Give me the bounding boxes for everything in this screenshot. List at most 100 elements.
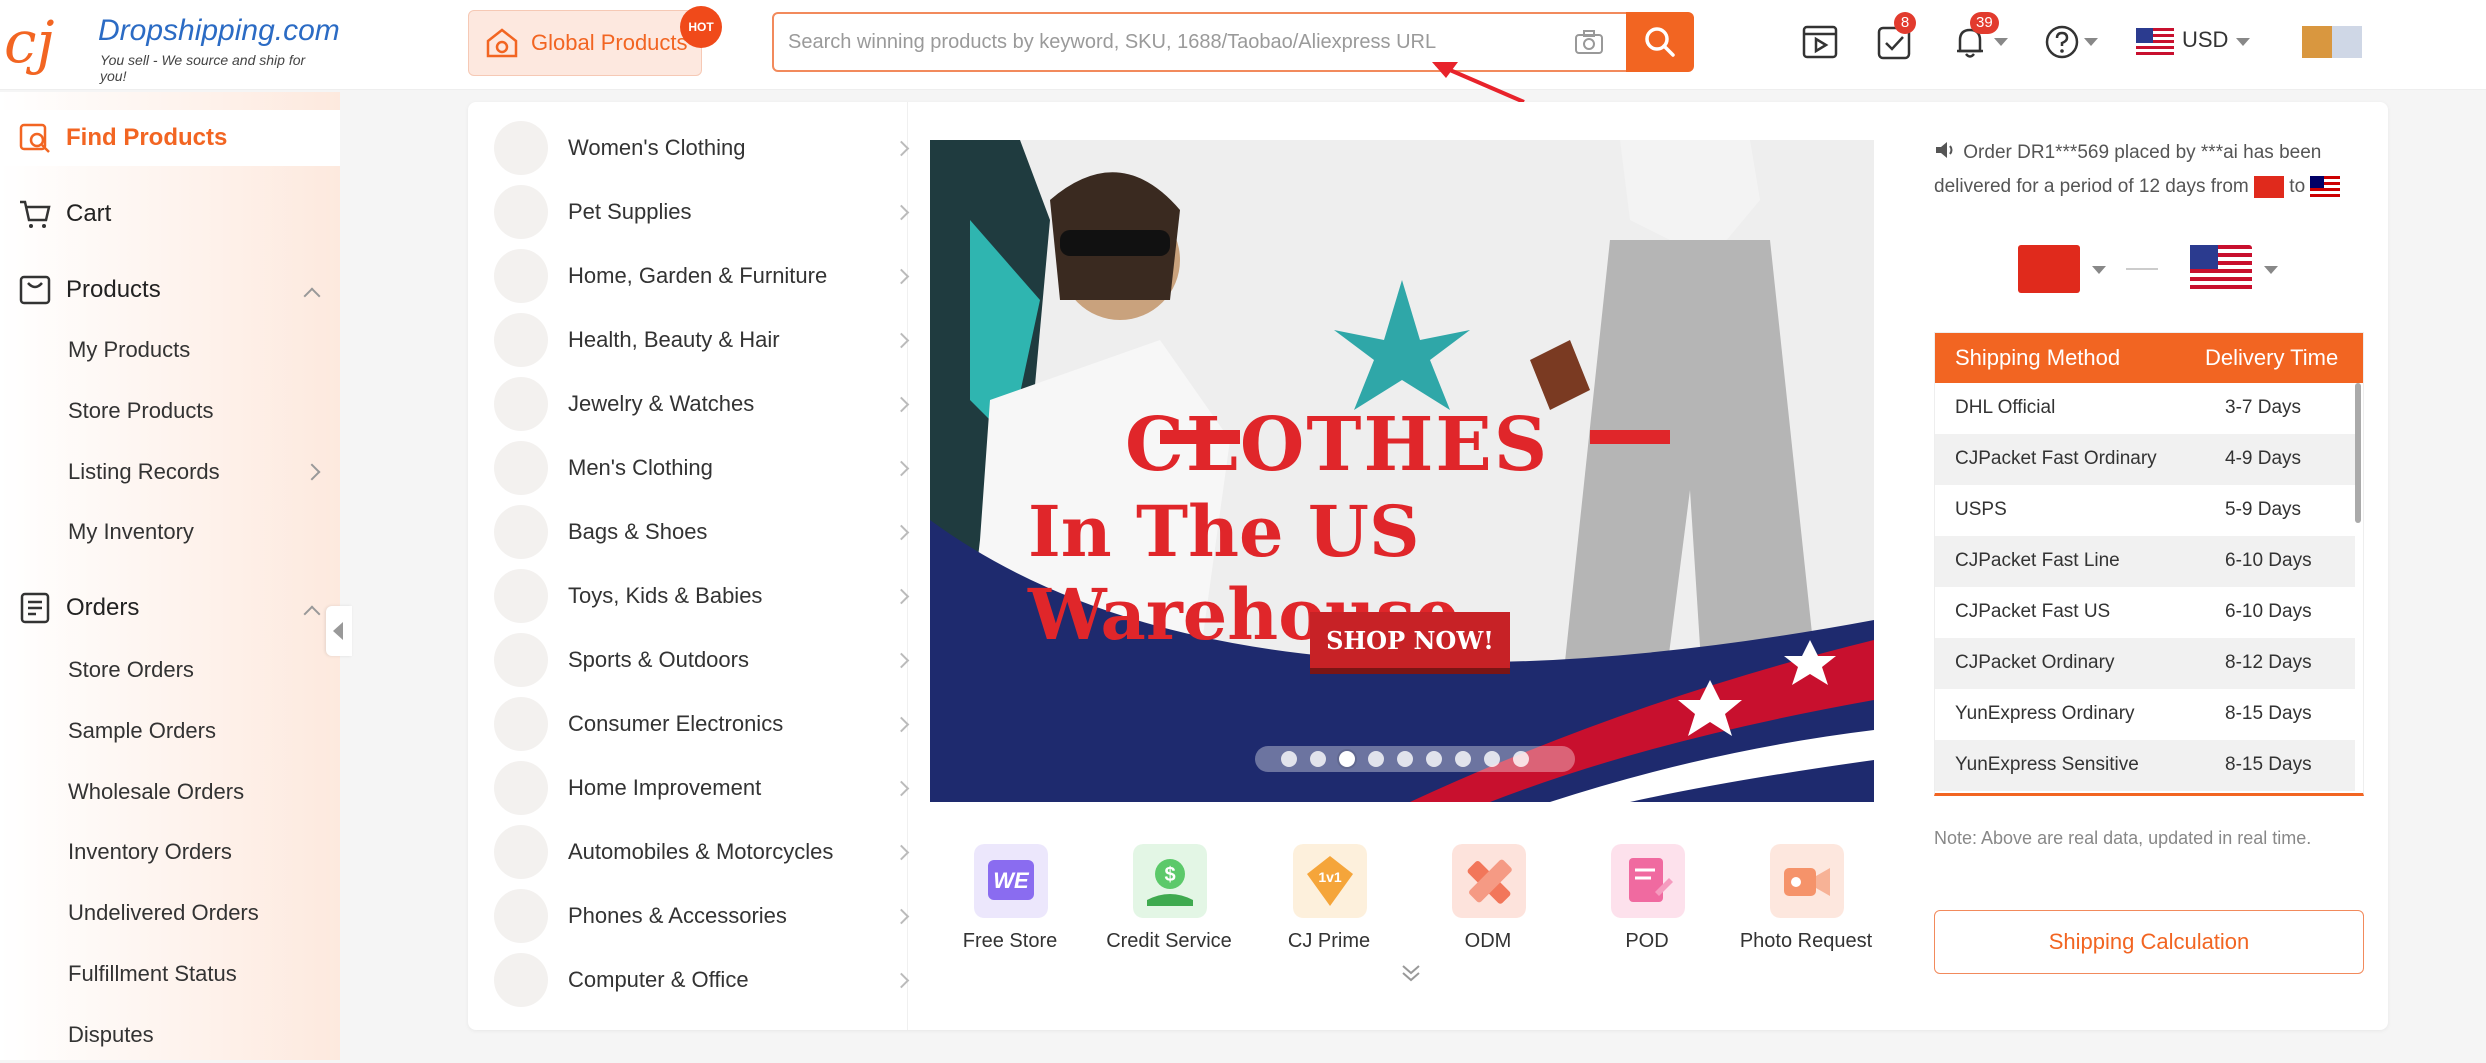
- sidebar-item-my-inventory[interactable]: My Inventory: [0, 504, 340, 560]
- category-item[interactable]: Consumer Electronics: [494, 696, 910, 752]
- carousel-dot[interactable]: [1397, 751, 1413, 767]
- realtime-note: Note: Above are real data, updated in re…: [1934, 828, 2312, 848]
- sidebar-item-my-products[interactable]: My Products: [0, 322, 340, 378]
- table-row: CJPacket Fast US 6-10 Days: [1935, 587, 2355, 638]
- sidebar-item-store-products[interactable]: Store Products: [0, 383, 340, 439]
- category-item[interactable]: Computer & Office: [494, 952, 910, 1008]
- table-row: CJPacket Ordinary 8-12 Days: [1935, 638, 2355, 689]
- carousel-dot[interactable]: [1281, 751, 1297, 767]
- carousel-dot[interactable]: [1310, 751, 1326, 767]
- user-avatar-secondary[interactable]: [2332, 26, 2362, 58]
- sidebar-label-products: Products: [66, 276, 161, 303]
- chevron-down-icon[interactable]: [2092, 266, 2106, 274]
- computer-office-thumb: [494, 953, 548, 1007]
- find-products-icon: [19, 123, 50, 153]
- category-item[interactable]: Sports & Outdoors: [494, 632, 910, 688]
- chevron-down-icon[interactable]: [2264, 266, 2278, 274]
- we-store-icon: WE: [974, 844, 1048, 918]
- sidebar-item-orders[interactable]: Orders: [0, 580, 340, 636]
- category-item[interactable]: Health, Beauty & Hair: [494, 312, 910, 368]
- service-pod[interactable]: POD: [1567, 844, 1727, 964]
- category-item[interactable]: Phones & Accessories: [494, 888, 910, 944]
- chevron-down-icon: [2236, 38, 2250, 46]
- sidebar-item-cart[interactable]: Cart: [0, 186, 340, 242]
- delivery-time-cell: 3-7 Days: [2225, 397, 2302, 418]
- sidebar-item-store-orders[interactable]: Store Orders: [0, 642, 340, 698]
- sidebar-label-orders: Orders: [66, 594, 140, 621]
- service-credit[interactable]: $ Credit Service: [1089, 844, 1249, 964]
- help-icon[interactable]: [2042, 22, 2082, 62]
- dollar-hand-icon: $: [1133, 844, 1207, 918]
- jewelry-thumb: [494, 377, 548, 431]
- chevron-right-icon: [893, 652, 910, 668]
- shipping-method-cell: YunExpress Ordinary: [1955, 703, 2135, 724]
- warehouse-icon: [486, 28, 518, 58]
- global-products-button[interactable]: Global Products: [468, 10, 702, 76]
- service-cj-prime[interactable]: 1v1 CJ Prime: [1249, 844, 1409, 964]
- sidebar-item-listing-records[interactable]: Listing Records: [0, 444, 340, 500]
- category-item[interactable]: Jewelry & Watches: [494, 376, 910, 432]
- category-item[interactable]: Home Improvement: [494, 760, 910, 816]
- category-item[interactable]: Toys, Kids & Babies: [494, 568, 910, 624]
- sidebar-label-inventory-orders: Inventory Orders: [68, 839, 232, 864]
- svg-text:$: $: [1164, 864, 1175, 886]
- category-label: Home, Garden & Furniture: [568, 263, 828, 288]
- user-avatar[interactable]: [2302, 26, 2332, 58]
- us-flag-icon[interactable]: [2136, 28, 2174, 56]
- logo-name: Dropshipping.com: [98, 14, 340, 47]
- sidebar-item-products[interactable]: Products: [0, 262, 340, 318]
- carousel-dot[interactable]: [1513, 751, 1529, 767]
- sidebar-item-inventory-orders[interactable]: Inventory Orders: [0, 824, 340, 880]
- carousel-dot[interactable]: [1368, 751, 1384, 767]
- sidebar-label-listing-records: Listing Records: [68, 459, 220, 484]
- cart-icon: [20, 200, 51, 228]
- shipping-calculation-button[interactable]: Shipping Calculation: [1934, 910, 2364, 974]
- carousel-dot-active[interactable]: [1339, 751, 1355, 767]
- service-odm[interactable]: ODM: [1408, 844, 1568, 964]
- sidebar-item-fulfillment-status[interactable]: Fulfillment Status: [0, 946, 340, 1002]
- service-label: ODM: [1464, 930, 1512, 952]
- expand-chevron-icon[interactable]: [1400, 962, 1422, 984]
- origin-china-flag-icon[interactable]: [2018, 245, 2080, 293]
- table-scrollbar[interactable]: [2355, 383, 2361, 523]
- delivery-time-cell: 8-15 Days: [2225, 703, 2312, 724]
- category-item[interactable]: Home, Garden & Furniture: [494, 248, 910, 304]
- category-item[interactable]: Women's Clothing: [494, 120, 910, 176]
- chevron-right-icon: [893, 204, 910, 220]
- currency-selector[interactable]: USD: [2182, 27, 2228, 53]
- category-label: Jewelry & Watches: [568, 391, 755, 416]
- sidebar-item-sample-orders[interactable]: Sample Orders: [0, 703, 340, 759]
- carousel-dot[interactable]: [1426, 751, 1442, 767]
- chevron-right-icon: [893, 972, 910, 988]
- chevron-right-icon: [893, 908, 910, 924]
- category-label: Home Improvement: [568, 775, 762, 800]
- sidebar-item-find-products[interactable]: Find Products: [0, 110, 340, 166]
- category-item[interactable]: Pet Supplies: [494, 184, 910, 240]
- category-list: Women's Clothing Pet Supplies Home, Gard…: [468, 102, 910, 1030]
- sidebar-item-disputes[interactable]: Disputes: [0, 1007, 340, 1063]
- camera-search-icon[interactable]: [1574, 28, 1604, 56]
- category-item[interactable]: Bags & Shoes: [494, 504, 910, 560]
- category-label: Computer & Office: [568, 967, 749, 992]
- sports-outdoors-thumb: [494, 633, 548, 687]
- service-photo-request[interactable]: Photo Request: [1726, 844, 1886, 964]
- service-free-store[interactable]: WE Free Store: [930, 844, 1090, 964]
- sidebar-item-undelivered-orders[interactable]: Undelivered Orders: [0, 885, 340, 941]
- sidebar-collapse-button[interactable]: [326, 606, 352, 656]
- video-icon[interactable]: [1800, 22, 1840, 62]
- category-item[interactable]: Men's Clothing: [494, 440, 910, 496]
- shop-now-button[interactable]: SHOP NOW!: [1310, 612, 1510, 668]
- sidebar-label-store-products: Store Products: [68, 398, 214, 423]
- category-label: Toys, Kids & Babies: [568, 583, 763, 608]
- site-logo[interactable]: cj Dropshipping.com You sell - We source…: [4, 10, 340, 84]
- table-row: DHL Official 3-7 Days: [1935, 383, 2355, 434]
- promo-banner[interactable]: CLOTHES In The US Warehouse SHOP NOW!: [930, 140, 1874, 802]
- sidebar-item-wholesale-orders[interactable]: Wholesale Orders: [0, 764, 340, 820]
- destination-us-flag-icon[interactable]: [2190, 245, 2252, 293]
- category-item[interactable]: Automobiles & Motorcycles: [494, 824, 910, 880]
- service-label: Credit Service: [1106, 930, 1232, 952]
- carousel-dot[interactable]: [1484, 751, 1500, 767]
- chevron-right-icon: [893, 716, 910, 732]
- search-button[interactable]: [1626, 12, 1694, 72]
- carousel-dot[interactable]: [1455, 751, 1471, 767]
